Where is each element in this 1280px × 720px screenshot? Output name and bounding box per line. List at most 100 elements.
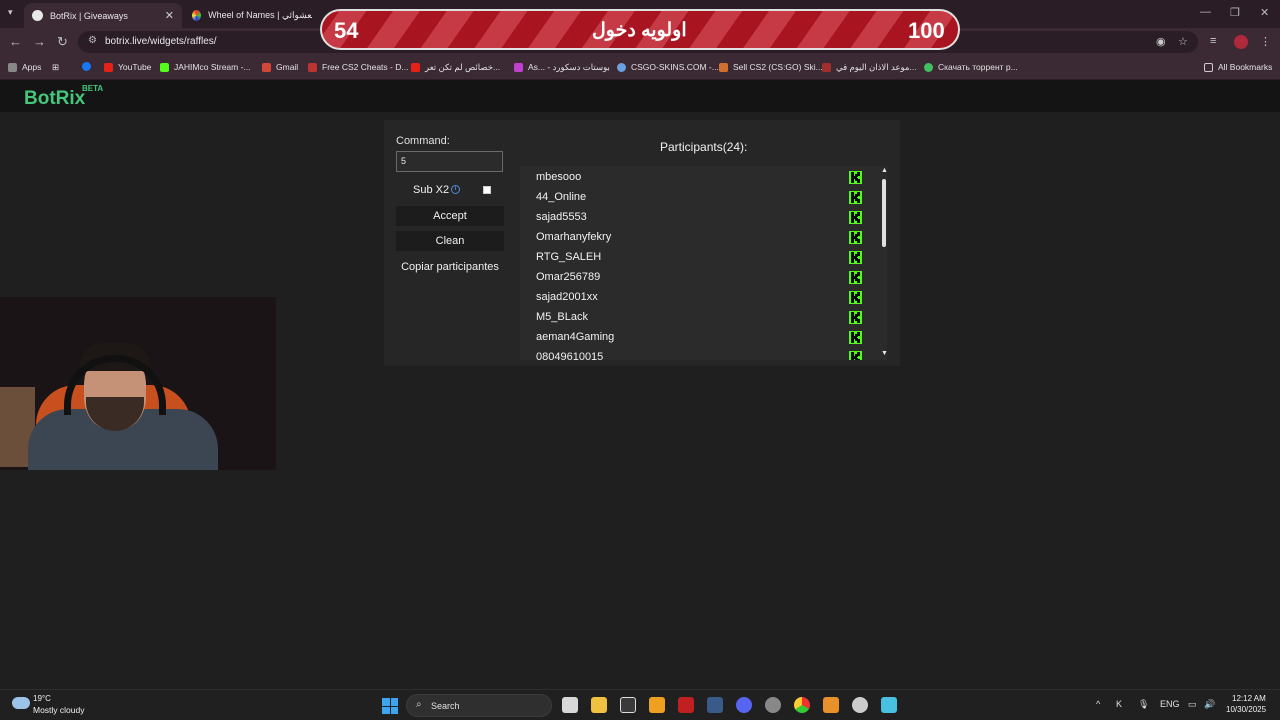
scroll-up-icon[interactable]: ▲ [881, 167, 887, 174]
profile-avatar[interactable] [1234, 35, 1248, 49]
participant-name: sajad5553 [536, 211, 587, 223]
bookmark-jahimco[interactable]: JAHIMco Stream -... [160, 62, 251, 72]
eye-off-icon[interactable]: ◉ [1156, 35, 1166, 48]
participant-row[interactable]: RTG_SALEH [520, 248, 865, 268]
scrollbar-thumb[interactable] [882, 179, 886, 247]
grid-icon[interactable]: ⊞ [52, 62, 59, 73]
volume-icon[interactable]: 🔊 [1204, 699, 1215, 710]
kick-icon [849, 171, 862, 184]
bookmarks-bar: Apps ⊞ YouTube JAHIMco Stream -... Gmail… [0, 56, 1280, 80]
participant-name: RTG_SALEH [536, 251, 602, 263]
window-close-icon[interactable]: ✕ [1260, 6, 1269, 19]
reload-icon[interactable]: ↻ [57, 34, 68, 50]
bookmark-prayer-times[interactable]: موعد الاذان اليوم في... [822, 62, 917, 73]
obs-icon[interactable] [765, 697, 781, 713]
overlay-title: اولويه دخول [592, 20, 687, 41]
participant-row[interactable]: Omarhanyfekry [520, 228, 865, 248]
youtube-icon [411, 63, 420, 72]
sub-x2-checkbox[interactable] [483, 186, 491, 194]
menu-icon[interactable]: ⋮ [1260, 35, 1271, 48]
botrix-favicon-icon [32, 10, 43, 21]
tray-overflow-icon[interactable]: ^ [1096, 699, 1100, 709]
bookmark-free-cs2[interactable]: Free CS2 Cheats - D... [308, 62, 408, 72]
bookmark-csgo-skins[interactable]: CSGO-SKINS.COM -... [617, 62, 719, 72]
media-controls-icon[interactable]: ≡ [1210, 35, 1216, 47]
app-orange-icon[interactable] [823, 697, 839, 713]
all-bookmarks[interactable]: All Bookmarks [1204, 62, 1272, 72]
close-icon[interactable]: ✕ [165, 9, 174, 22]
tab-wheel-of-names[interactable]: Wheel of Names | سم العشوائي [184, 3, 320, 28]
file-explorer-icon[interactable] [591, 697, 607, 713]
command-input[interactable]: 5 [396, 151, 503, 172]
kick-icon [160, 62, 169, 72]
restore-icon[interactable]: ❐ [1230, 6, 1240, 19]
tray-kick-icon[interactable]: K [1116, 699, 1122, 709]
forward-icon[interactable]: → [33, 34, 46, 49]
botrix-logo[interactable]: BotRix [24, 88, 85, 110]
steam-icon[interactable] [707, 697, 723, 713]
kick-icon [849, 231, 862, 244]
kick-icon [849, 191, 862, 204]
tab-title: BotRix | Giveaways [50, 10, 128, 21]
microphone-icon[interactable]: 🎙 [1138, 699, 1149, 710]
participants-list[interactable]: mbesooo 44_Online sajad5553 Omarhanyfekry RT… [520, 166, 887, 360]
participant-row[interactable]: sajad2001xx [520, 288, 865, 308]
bookmark-star-icon[interactable]: ☆ [1178, 35, 1188, 48]
participant-name: 08049610015 [536, 351, 604, 360]
tab-botrix[interactable]: BotRix | Giveaways ✕ [24, 3, 182, 28]
kick-icon [849, 331, 862, 344]
site-info-icon[interactable]: ⚙ [88, 35, 97, 46]
taskbar-search[interactable]: ⌕ Search [406, 694, 552, 717]
participant-row[interactable]: aeman4Gaming [520, 328, 865, 348]
notepad-icon[interactable] [881, 697, 897, 713]
tab-search-dropdown-icon[interactable]: ▾ [8, 7, 13, 18]
settings-icon[interactable] [852, 697, 868, 713]
copy-participants-button[interactable]: Copiar participantes [394, 257, 506, 277]
gmail-icon [262, 62, 271, 72]
bookmark-torrent[interactable]: Скачать торрент р... [924, 62, 1018, 72]
facebook-logo-icon [82, 62, 91, 71]
clean-button[interactable]: Clean [396, 231, 504, 251]
participant-row[interactable]: 44_Online [520, 188, 865, 208]
sub-x2-label: Sub X2 [413, 184, 450, 196]
minimize-icon[interactable]: — [1200, 6, 1211, 18]
kick-icon [849, 271, 862, 284]
participant-row[interactable]: sajad5553 [520, 208, 865, 228]
participant-row[interactable]: M5_BLack [520, 308, 865, 328]
kick-icon [849, 311, 862, 324]
kick-icon [849, 251, 862, 264]
bookmark-apps[interactable]: Apps [8, 62, 41, 72]
app-yellow-icon[interactable] [649, 697, 665, 713]
cs2-icon [308, 62, 317, 72]
participant-name: Omar256789 [536, 271, 601, 283]
bookmark-arabic-video[interactable]: خصائص لم تكن تعر... [411, 62, 500, 73]
back-icon[interactable]: ← [9, 34, 22, 49]
language-indicator[interactable]: ENG [1160, 699, 1180, 709]
accept-button[interactable]: Accept [396, 206, 504, 226]
chrome-icon[interactable] [794, 697, 810, 713]
taskbar: 19°C Mostly cloudy ⌕ Search ^ K 🎙 ENG ▭ … [0, 689, 1280, 720]
bookmark-label: خصائص لم تكن تعر... [425, 62, 501, 72]
bookmark-label: Sell CS2 (CS:GO) Ski... [733, 62, 823, 72]
weather-cloud-icon[interactable] [12, 697, 30, 709]
task-view-icon[interactable] [562, 697, 578, 713]
bookmark-gmail[interactable]: Gmail [262, 62, 298, 72]
scroll-down-icon[interactable]: ▼ [881, 350, 887, 357]
clock-time[interactable]: 12:12 AM [1232, 694, 1266, 703]
bookmark-youtube[interactable]: YouTube [104, 62, 151, 72]
participant-row[interactable]: mbesooo [520, 168, 865, 188]
bookmark-discord-posts[interactable]: As... - بوستات دسكورد [514, 62, 610, 73]
priority-entry-overlay: 54 اولويه دخول 100 [320, 9, 960, 50]
start-windows-icon[interactable] [382, 698, 398, 714]
participant-row[interactable]: 08049610015 [520, 348, 865, 360]
app-red-icon[interactable] [678, 697, 694, 713]
facebook-icon[interactable] [82, 62, 96, 71]
clock-date[interactable]: 10/30/2025 [1226, 705, 1266, 714]
bookmark-sell-cs2[interactable]: Sell CS2 (CS:GO) Ski... [719, 62, 823, 72]
bookmark-label: JAHIMco Stream -... [174, 62, 251, 72]
info-icon[interactable]: i [451, 185, 460, 194]
participant-row[interactable]: Omar256789 [520, 268, 865, 288]
discord-icon[interactable] [736, 697, 752, 713]
network-icon[interactable]: ▭ [1188, 699, 1197, 710]
logitech-icon[interactable] [620, 697, 636, 713]
